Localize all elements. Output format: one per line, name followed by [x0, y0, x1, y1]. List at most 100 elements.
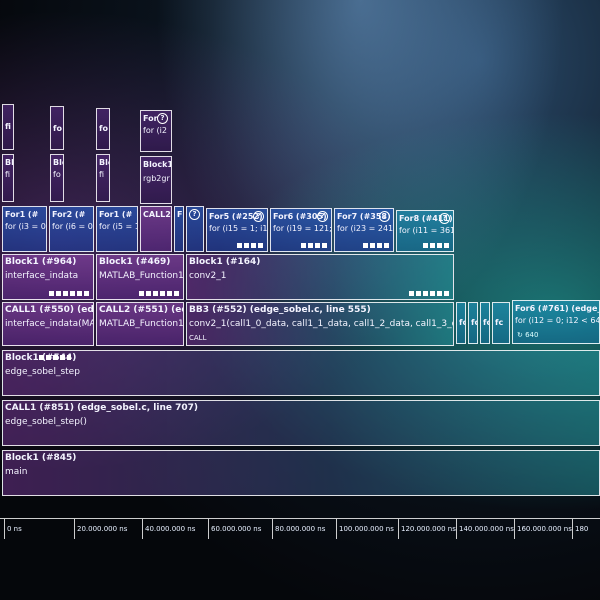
progress-squares — [39, 355, 71, 360]
for-block-5[interactable]: For5 (#252) ? for (i15 = 1; i15 — [206, 208, 268, 252]
call-550-title: CALL1 (#550) (edge_ — [5, 305, 94, 315]
top-block-4-content: for (i2 — [143, 126, 167, 135]
small-for-block-2[interactable]: ? — [186, 206, 204, 252]
time-tick: 160.000.000 ns — [514, 519, 572, 539]
time-tick: 0 ns — [4, 519, 22, 539]
top-block-4-lower-title: Block1 — [143, 160, 172, 169]
bb3-552[interactable]: BB3 (#552) (edge_sobel.c, line 555) conv… — [186, 302, 454, 346]
call-851-title: CALL1 (#851) (edge_sobel.c, line 707) — [5, 403, 199, 413]
top-block-3-lower[interactable]: Blo fi — [96, 154, 110, 202]
timeline-profiler-view: fi Blo fi fo Blo fo fo Blo fi For ? for … — [0, 0, 600, 600]
help-icon[interactable]: ? — [439, 213, 450, 224]
for-block-8-content: for (i11 = 361; — [399, 226, 454, 235]
top-block-3-title: Blo — [99, 158, 109, 167]
time-tick: 40.000.000 ns — [142, 519, 195, 539]
call-851[interactable]: CALL1 (#851) (edge_sobel.c, line 707) ed… — [2, 400, 600, 446]
loop-count: ↻ 640 — [517, 331, 539, 339]
top-block-3-label: fo — [99, 124, 108, 133]
call-551-content: MATLAB_Function1_ — [99, 319, 184, 329]
top-block-2[interactable]: fo — [50, 106, 64, 150]
time-tick: 80.000.000 ns — [272, 519, 325, 539]
time-tick: 100.000.000 ns — [336, 519, 394, 539]
top-block-2-label: fo — [53, 124, 62, 133]
fc-block-4[interactable]: fc — [492, 302, 510, 344]
top-block-1-label: fi — [5, 122, 11, 131]
block-544-content: edge_sobel_step — [5, 367, 80, 377]
for6-761-title: For6 (#761) (edge_sobel — [515, 304, 599, 313]
for6-761-content: for (i12 = 0; i12 < 640u; — [515, 316, 600, 325]
for-block-5-content: for (i15 = 1; i15 — [209, 224, 268, 233]
time-tick: 140.000.000 ns — [456, 519, 514, 539]
fc-block-3-label: fc — [483, 318, 489, 327]
help-icon[interactable]: ? — [379, 211, 390, 222]
for-block-6[interactable]: For6 (#305) ? for (i19 = 121; — [270, 208, 332, 252]
call-551[interactable]: CALL2 (#551) (edge_ MATLAB_Function1_ — [96, 302, 184, 346]
help-icon[interactable]: ? — [253, 211, 264, 222]
help-icon[interactable]: ? — [317, 211, 328, 222]
call-block-2[interactable]: CALL2 ( — [140, 206, 172, 252]
for-block-6-content: for (i19 = 121; — [273, 224, 332, 233]
small-for-block[interactable]: F — [174, 206, 184, 252]
top-block-1-title: Blo — [5, 158, 14, 167]
fc-block-1[interactable]: fc — [456, 302, 466, 344]
top-block-3[interactable]: fo — [96, 108, 110, 150]
call-550[interactable]: CALL1 (#550) (edge_ interface_indata(MA — [2, 302, 94, 346]
call-551-title: CALL2 (#551) (edge_ — [99, 305, 183, 315]
time-tick: 120.000.000 ns — [398, 519, 456, 539]
for-block-1-title: For1 (# — [5, 210, 39, 219]
block-845[interactable]: Block1 (#845) main — [2, 450, 600, 496]
top-block-4[interactable]: For ? for (i2 — [140, 110, 172, 152]
call-block-2-title: CALL2 ( — [143, 210, 171, 219]
help-icon[interactable]: ? — [189, 209, 200, 220]
block-964-title: Block1 (#964) — [5, 257, 77, 267]
top-block-4-lower[interactable]: Block1 rgb2gr — [140, 156, 172, 204]
for-block-2-content: for (i6 = 0 — [52, 222, 93, 231]
progress-squares — [237, 243, 263, 248]
for-block-1[interactable]: For1 (# for (i3 = 0 — [2, 206, 47, 252]
time-tick: 20.000.000 ns — [74, 519, 127, 539]
fc-block-2-label: fc — [471, 318, 477, 327]
for-block-1-content: for (i3 = 0 — [5, 222, 46, 231]
time-tick: 180 — [572, 519, 588, 539]
top-block-4-lower-content: rgb2gr — [143, 174, 170, 183]
for-block-8[interactable]: For8 (#411) ? for (i11 = 361; — [396, 210, 454, 252]
progress-squares — [423, 243, 449, 248]
fc-block-4-label: fc — [495, 318, 504, 327]
top-block-1-lower[interactable]: Blo fi — [2, 154, 14, 202]
bb3-552-title: BB3 (#552) (edge_sobel.c, line 555) — [189, 305, 371, 315]
time-tick: 60.000.000 ns — [208, 519, 261, 539]
call-851-content: edge_sobel_step() — [5, 417, 87, 427]
fc-block-2[interactable]: fc — [468, 302, 478, 344]
top-block-4-title: For — [143, 114, 158, 123]
block-164-content: conv2_1 — [189, 271, 227, 281]
block-469[interactable]: Block1 (#469) MATLAB_Function1_ — [96, 254, 184, 300]
top-block-1-content: fi — [5, 170, 11, 179]
call-tag: CALL — [189, 334, 207, 342]
progress-squares — [363, 243, 389, 248]
block-164[interactable]: Block1 (#164) conv2_1 — [186, 254, 454, 300]
progress-squares — [139, 291, 179, 296]
top-block-2-title: Blo — [53, 158, 63, 167]
for-block-2[interactable]: For2 (# for (i6 = 0 — [49, 206, 94, 252]
top-block-2-lower[interactable]: Blo fo — [50, 154, 64, 202]
top-block-1[interactable]: fi — [2, 104, 14, 150]
time-axis[interactable]: 0 ns 20.000.000 ns 40.000.000 ns 60.000.… — [0, 518, 600, 539]
help-icon[interactable]: ? — [157, 113, 168, 124]
for6-761[interactable]: For6 (#761) (edge_sobel for (i12 = 0; i1… — [512, 300, 600, 344]
block-845-title: Block1 (#845) — [5, 453, 77, 463]
block-964-content: interface_indata — [5, 271, 79, 281]
call-550-content: interface_indata(MA — [5, 319, 94, 329]
bb3-552-content: conv2_1(call1_0_data, call1_1_data, call… — [189, 319, 453, 329]
loop-count-value: 640 — [525, 331, 539, 339]
for-block-7[interactable]: For7 (#358) ? for (i23 = 241; — [334, 208, 394, 252]
progress-squares — [49, 291, 89, 296]
for-block-3-title: For1 (# — [99, 210, 133, 219]
for-block-3[interactable]: For1 (# for (i5 = 1 — [96, 206, 138, 252]
fc-block-1-label: fc — [459, 318, 465, 327]
block-964[interactable]: Block1 (#964) interface_indata — [2, 254, 94, 300]
progress-squares — [409, 291, 449, 296]
fc-block-3[interactable]: fc — [480, 302, 490, 344]
block-469-title: Block1 (#469) — [99, 257, 171, 267]
top-block-2-content: fo — [53, 170, 61, 179]
block-544[interactable]: Block1 (#544) edge_sobel_step — [2, 350, 600, 396]
